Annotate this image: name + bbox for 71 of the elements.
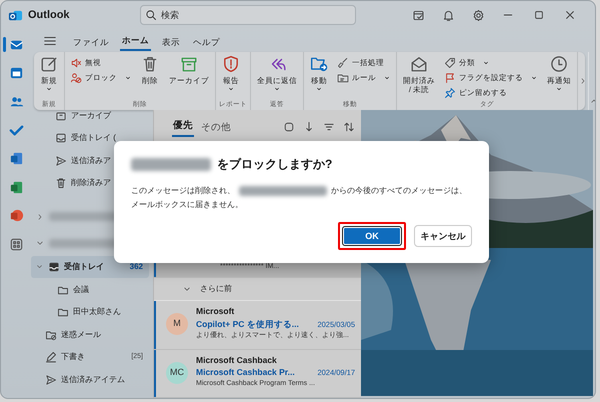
- folder-label: 迷惑メール: [61, 328, 101, 341]
- inbox-tab[interactable]: 優先: [172, 118, 194, 138]
- folder-label: 送信済みア: [71, 154, 111, 167]
- clock-icon: [550, 55, 568, 74]
- folder-item[interactable]: 田中太郎さん: [31, 300, 149, 324]
- apps-icon[interactable]: [8, 236, 24, 252]
- folder-item[interactable]: 送信済みアイテム: [31, 368, 149, 392]
- folder-item[interactable]: 迷惑メール: [31, 323, 149, 346]
- menu-tab[interactable]: ヘルプ: [191, 36, 222, 52]
- block-person-icon: [70, 72, 82, 84]
- group-header: さらに前: [200, 283, 232, 296]
- folder-label: 下書き: [61, 351, 85, 364]
- envelope-icon: [410, 55, 428, 74]
- flag-icon: [444, 72, 456, 84]
- settings-icon[interactable]: [472, 8, 485, 22]
- menu-tab[interactable]: ファイル: [71, 36, 111, 52]
- select-icon[interactable]: [283, 121, 295, 134]
- folder-label: 削除済みア: [71, 177, 111, 190]
- menu-tab[interactable]: 表示: [160, 36, 182, 52]
- rule-folder-icon: [337, 72, 349, 84]
- folder-label: 送信済みアイテム: [61, 374, 125, 386]
- folder-label: 会議: [73, 284, 89, 296]
- archive-icon: [180, 55, 198, 74]
- calendar-icon[interactable]: [8, 65, 24, 80]
- trash-icon: [55, 177, 67, 190]
- folder-icon: [57, 306, 69, 318]
- inbox-tab[interactable]: その他: [200, 120, 232, 138]
- sender-name: Microsoft Cashback: [196, 354, 278, 366]
- folder-item[interactable]: 会議: [31, 278, 149, 301]
- presentation-app-icon[interactable]: [8, 208, 24, 224]
- folder-label: 受信トレイ: [64, 260, 104, 273]
- tag-icon: [444, 56, 456, 69]
- folder-item[interactable]: アーカイブ: [31, 110, 149, 127]
- folder-label: 田中太郎さん: [73, 306, 121, 318]
- checkmark-icon[interactable]: [8, 122, 24, 138]
- close-icon[interactable]: [564, 9, 576, 22]
- draft-icon: [45, 351, 57, 364]
- pin-icon: [444, 86, 456, 99]
- folder-item[interactable]: 受信トレイ 362: [31, 256, 149, 278]
- subject-line: Microsoft Cashback Pr...: [196, 366, 295, 380]
- search-icon: [145, 9, 157, 22]
- spreadsheet-app-icon[interactable]: [8, 180, 24, 195]
- archive-icon: [55, 110, 67, 122]
- junk-folder-icon: [45, 328, 57, 341]
- send-icon: [55, 154, 67, 167]
- bell-icon[interactable]: [442, 8, 455, 22]
- move-folder-icon: [310, 55, 328, 74]
- folder-item[interactable]: 受信トレイ (: [31, 126, 149, 150]
- ok-button[interactable]: OK: [342, 226, 402, 246]
- unread-count: 362: [130, 260, 143, 273]
- trash-icon: [141, 55, 159, 74]
- inbox-icon: [55, 132, 67, 144]
- cancel-button[interactable]: キャンセル: [414, 225, 472, 248]
- folder-label: 受信トレイ (: [71, 132, 116, 144]
- app-title: Outlook: [28, 8, 71, 24]
- document-app-icon[interactable]: [8, 151, 24, 166]
- notes-check-icon[interactable]: [412, 8, 425, 22]
- sender-name: Microsoft: [196, 305, 236, 318]
- avatar: MC: [166, 362, 188, 384]
- compose-icon: [40, 55, 58, 74]
- folder-label: アーカイブ: [71, 110, 111, 122]
- maximize-icon[interactable]: [533, 9, 545, 22]
- inbox-icon: [48, 260, 60, 273]
- mute-icon: [70, 56, 82, 69]
- subject-line: Copilot+ PC を使用する...: [196, 318, 299, 331]
- sort-icon[interactable]: [343, 121, 355, 134]
- avatar: M: [166, 313, 188, 336]
- broom-icon: [337, 56, 349, 69]
- shield-icon: [222, 55, 240, 74]
- send-icon: [45, 374, 57, 386]
- search-field[interactable]: 検索: [140, 5, 356, 26]
